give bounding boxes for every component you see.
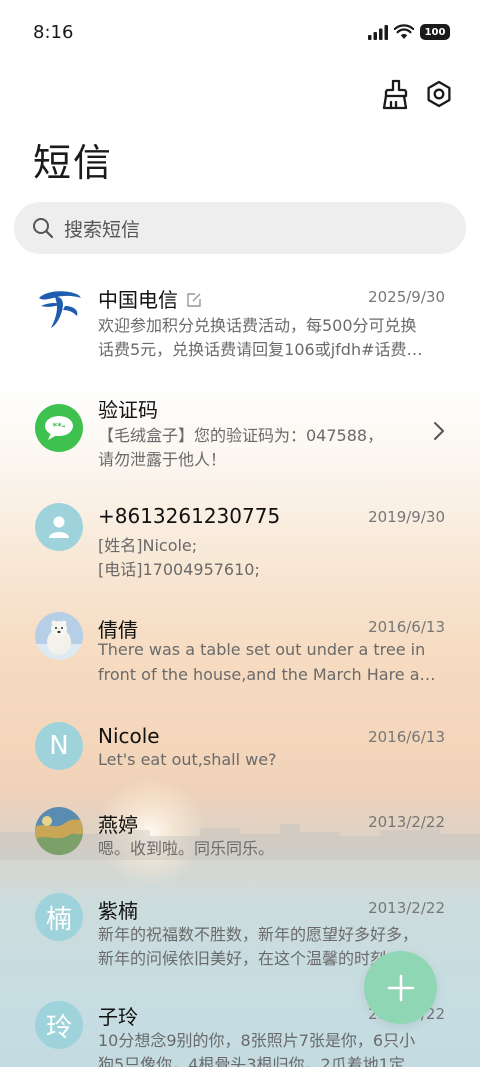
- china-telecom-avatar: [35, 284, 83, 332]
- contact-avatar: 楠: [35, 893, 83, 941]
- contact-name: 燕婷: [98, 813, 138, 837]
- contact-name: 紫楠: [98, 899, 138, 923]
- search-icon: [33, 218, 54, 239]
- conversation-item[interactable]: +8613261230775 2019/9/30 [姓名]Nicole; [电话…: [0, 492, 480, 592]
- contact-name: 倩倩: [98, 618, 138, 642]
- conversation-item[interactable]: 燕婷 2013/2/22 嗯。收到啦。同乐同乐。: [0, 797, 480, 897]
- message-preview-line1: 【毛绒盒子】您的验证码为：047588，: [98, 426, 384, 445]
- message-preview-line1: Let's eat out,shall we?: [98, 750, 277, 769]
- search-bar[interactable]: 搜索短信: [14, 202, 466, 254]
- landscape-avatar: [35, 807, 83, 855]
- conversation-item[interactable]: 倩倩 2016/6/13 There was a table set out u…: [0, 602, 480, 702]
- settings-icon: [427, 80, 451, 108]
- battery-icon: 100: [420, 24, 450, 40]
- search-placeholder: 搜索短信: [64, 218, 141, 241]
- contact-avatar: N: [35, 722, 83, 770]
- conversation-item[interactable]: 中国电信 2025/9/30 欢迎参加积分兑换话费活动，每500分可兑换 话费5…: [0, 272, 480, 372]
- message-preview-line2: 请勿泄露于他人！: [98, 450, 227, 469]
- message-preview-line2: front of the house,and the March Hare an…: [98, 665, 445, 684]
- message-date: 2025/9/30: [368, 288, 445, 306]
- verification-code-icon: **-: [45, 416, 73, 440]
- contact-name: 验证码: [98, 398, 158, 422]
- clean-button[interactable]: [380, 78, 410, 112]
- verification-code-avatar: **-: [35, 404, 83, 452]
- svg-text:**-: **-: [52, 422, 65, 432]
- edit-note-icon: [187, 293, 202, 307]
- message-preview-line2: [电话]17004957610;: [98, 560, 260, 579]
- message-date: 2016/6/13: [368, 618, 445, 636]
- china-telecom-logo-icon: [39, 291, 81, 328]
- status-icons: 100: [368, 24, 450, 40]
- message-preview-line1: 嗯。收到啦。同乐同乐。: [98, 839, 275, 858]
- conversation-item[interactable]: **- 验证码 【毛绒盒子】您的验证码为：047588， 请勿泄露于他人！: [0, 382, 480, 482]
- contact-name: 子玲: [98, 1005, 138, 1029]
- contact-avatar: [35, 503, 83, 551]
- page-title: 短信: [33, 141, 114, 185]
- status-time: 8:16: [33, 22, 74, 43]
- contact-name: Nicole: [98, 724, 160, 748]
- landscape-photo-icon: [35, 807, 83, 855]
- clean-brush-icon: [382, 79, 408, 110]
- message-preview-line2: 狗5只像你，4根骨头3根归你，2爪着地1定: [98, 1055, 405, 1067]
- chevron-right-icon[interactable]: [432, 420, 446, 442]
- contact-name: +8613261230775: [98, 504, 281, 528]
- polar-bear-avatar: [35, 612, 83, 660]
- contact-avatar: 玲: [35, 1001, 83, 1049]
- signal-icon: [368, 25, 388, 40]
- new-message-button[interactable]: [364, 951, 437, 1024]
- status-bar: 8:16 100: [0, 0, 480, 68]
- message-preview-line2: 话费5元，兑换话费请回复106或jfdh#话费…: [98, 340, 423, 359]
- plus-icon: [387, 974, 414, 1001]
- message-date: 2013/2/22: [368, 899, 445, 917]
- settings-button[interactable]: [424, 78, 454, 112]
- contact-name: 中国电信: [98, 284, 202, 313]
- message-date: 2016/6/13: [368, 728, 445, 746]
- message-preview-line1: [姓名]Nicole;: [98, 536, 198, 555]
- message-date: 2013/2/22: [368, 813, 445, 831]
- message-preview-line1: 新年的祝福数不胜数，新年的愿望好多好多，: [98, 925, 419, 944]
- message-preview-line1: 10分想念9别的你，8张照片7张是你，6只小: [98, 1031, 416, 1050]
- message-preview-line1: 欢迎参加积分兑换话费活动，每500分可兑换: [98, 316, 417, 335]
- contact-icon: [49, 516, 69, 538]
- polar-bear-photo-icon: [35, 612, 83, 660]
- message-date: 2019/9/30: [368, 508, 445, 526]
- message-preview-line1: There was a table set out under a tree i…: [98, 640, 426, 659]
- wifi-icon: [394, 24, 414, 39]
